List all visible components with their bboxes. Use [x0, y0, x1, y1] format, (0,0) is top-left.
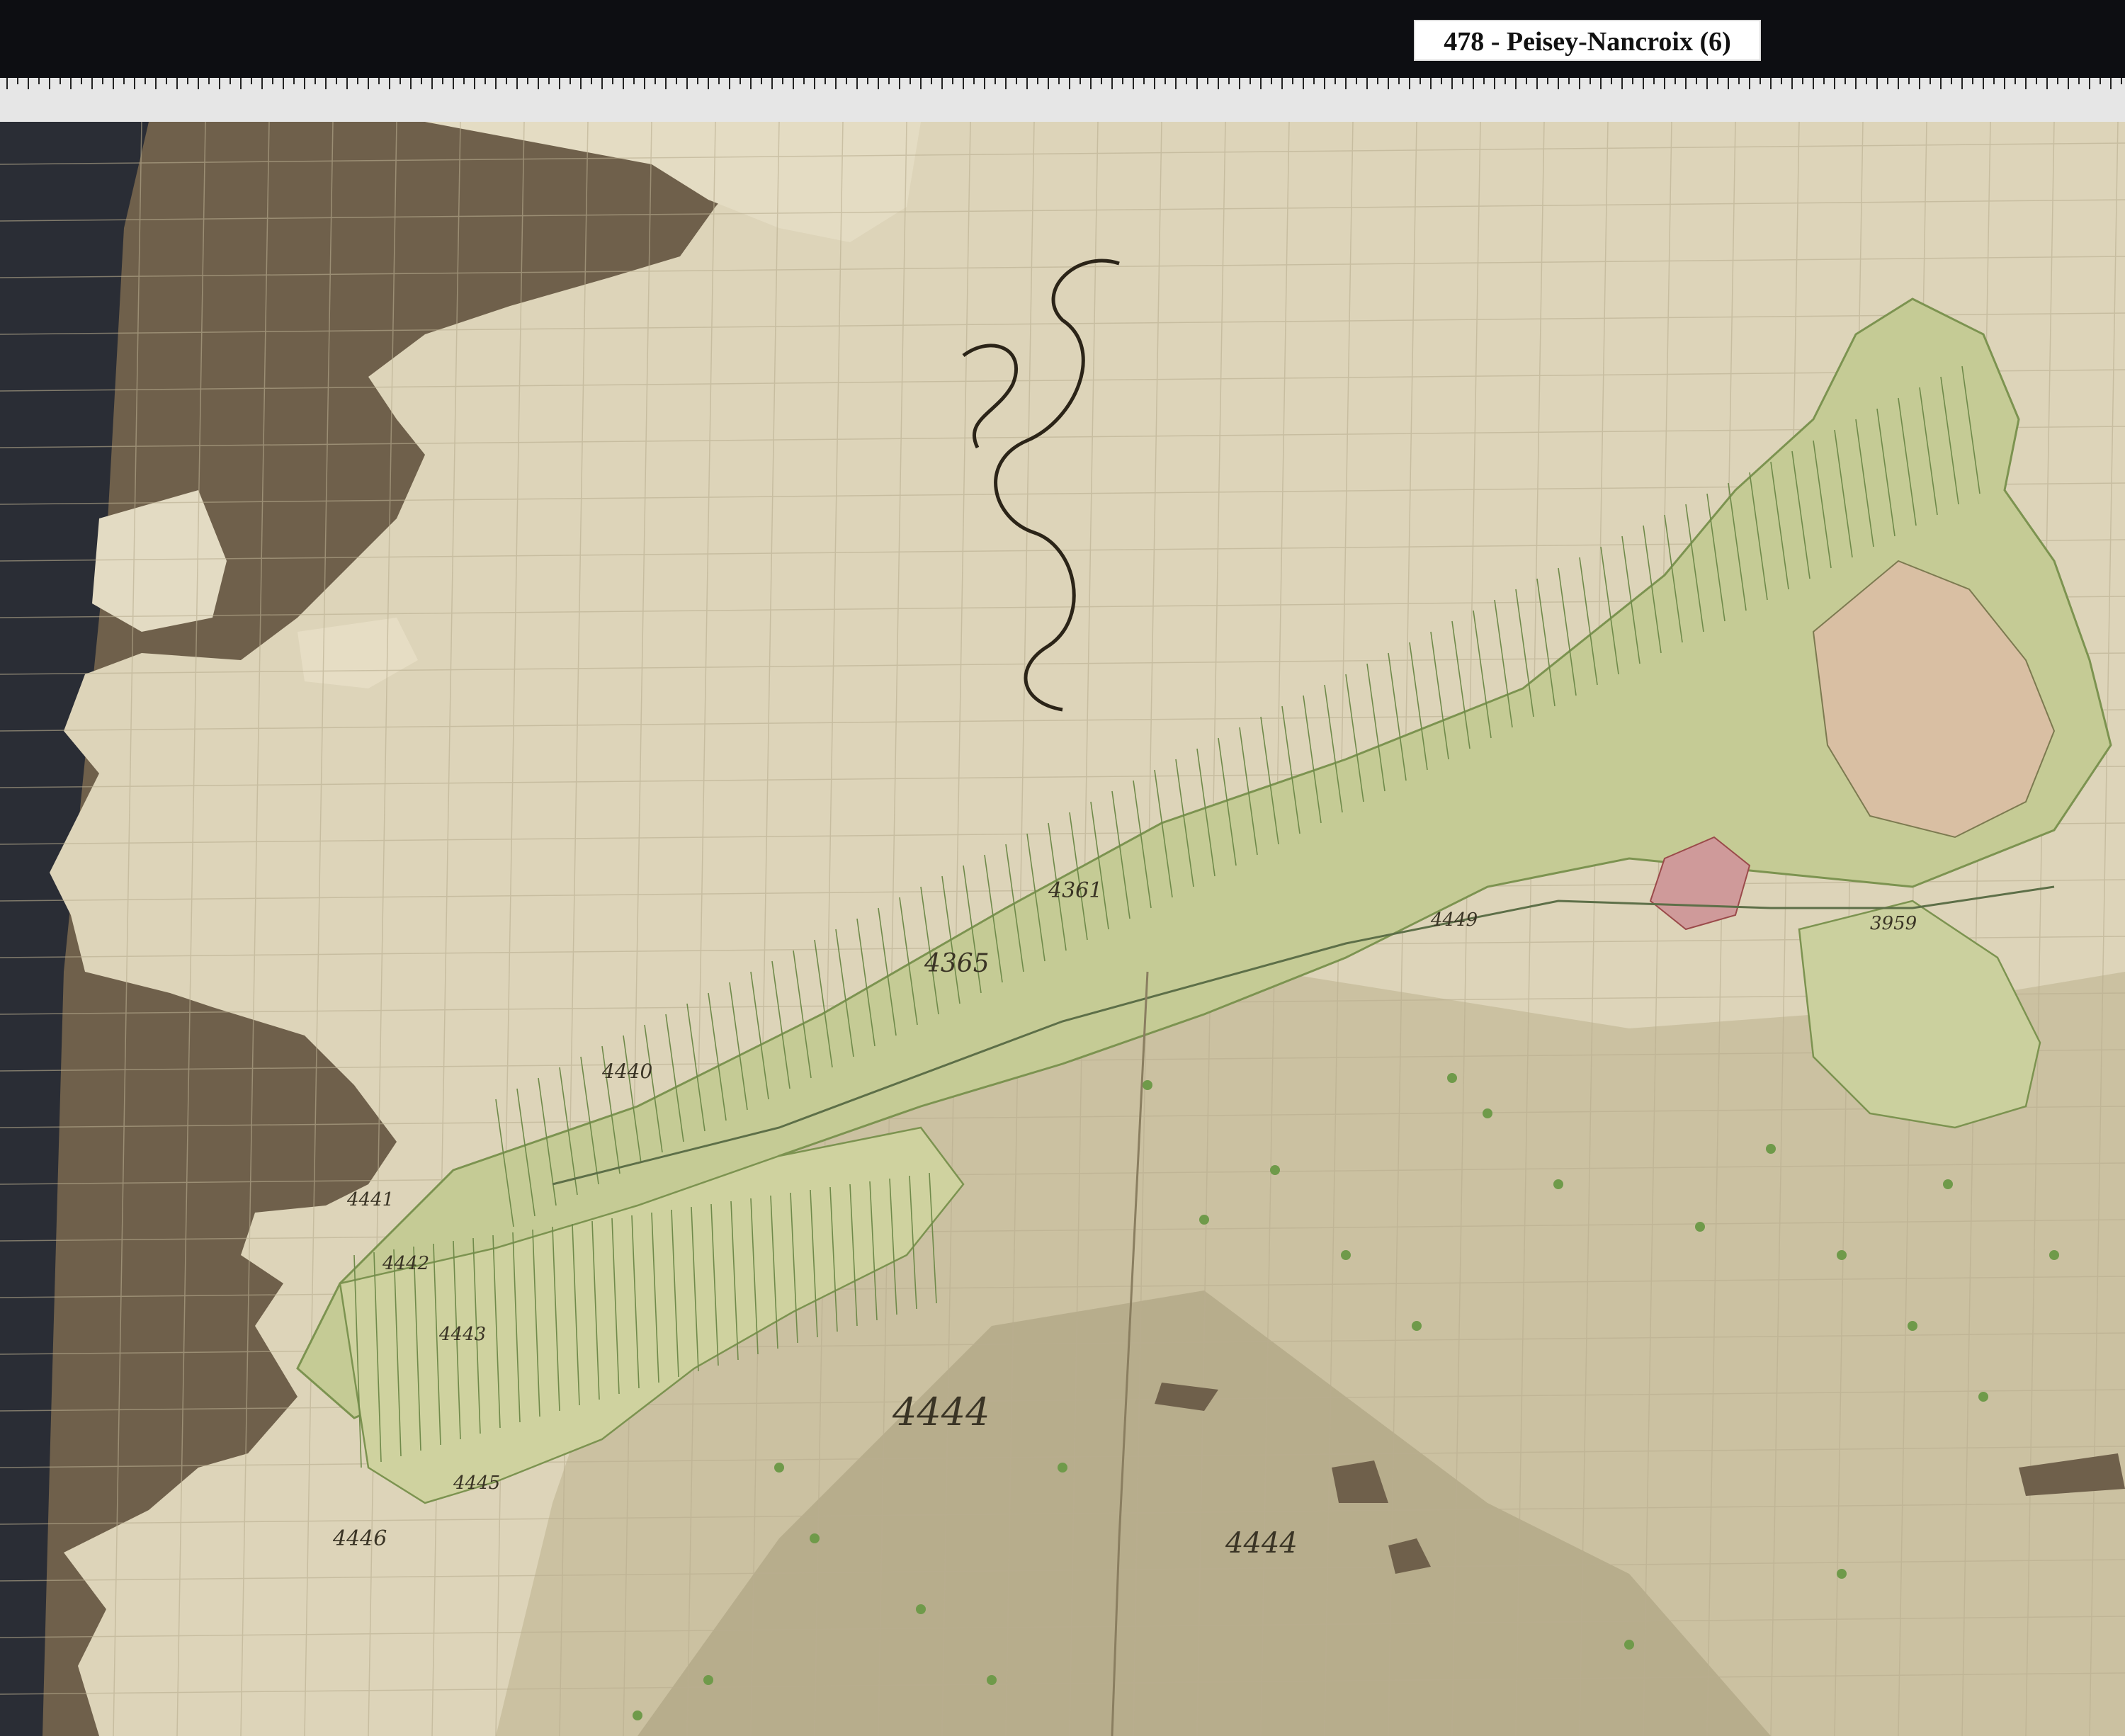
tree-icon [987, 1675, 997, 1685]
parcel-label: 4444 [892, 1390, 990, 1434]
cadastral-map: 4365 4361 4449 4440 4444 4446 4441 4442 … [0, 122, 2125, 1736]
tree-icon [1908, 1321, 1917, 1331]
tree-icon [1624, 1640, 1634, 1650]
tree-icon [1766, 1144, 1776, 1154]
parcel-label: 4441 [346, 1189, 394, 1210]
map-drawing: 4365 4361 4449 4440 4444 4446 4441 4442 … [0, 122, 2125, 1736]
parcel-label: 4365 [924, 949, 990, 978]
parcel-label: 4361 [1048, 878, 1102, 903]
ruler-ticks [6, 78, 2122, 89]
tree-icon [1553, 1179, 1563, 1189]
title-label: 478 - Peisey-Nancroix (6) [1414, 20, 1761, 61]
tree-icon [1412, 1321, 1422, 1331]
tree-icon [1058, 1463, 1067, 1473]
parcel-label: 4442 [382, 1253, 429, 1274]
tree-icon [1199, 1215, 1209, 1225]
parcel-label: 4440 [601, 1060, 652, 1083]
tree-icon [1483, 1108, 1492, 1118]
parcel-label: 4449 [1430, 909, 1478, 931]
tree-icon [774, 1463, 784, 1473]
scan-header: 478 - Peisey-Nancroix (6) [0, 0, 2125, 78]
tree-icon [1447, 1073, 1457, 1083]
tree-icon [1978, 1392, 1988, 1402]
tree-icon [1341, 1250, 1351, 1260]
tree-icon [703, 1675, 713, 1685]
tree-icon [1943, 1179, 1953, 1189]
parcel-label: 4446 [332, 1526, 387, 1551]
tree-icon [633, 1711, 642, 1720]
tree-icon [916, 1604, 926, 1614]
tree-icon [810, 1533, 820, 1543]
tree-icon [2049, 1250, 2059, 1260]
tree-icon [1143, 1080, 1152, 1090]
parcel-label: 4444 [1225, 1527, 1298, 1560]
parcel-label: 3959 [1870, 913, 1917, 934]
parcel-label: 4443 [438, 1324, 486, 1345]
tree-icon [1695, 1222, 1705, 1232]
parcel-label: 4445 [453, 1473, 500, 1494]
tree-icon [1837, 1569, 1847, 1579]
tree-icon [1270, 1165, 1280, 1175]
measurement-ruler [0, 78, 2125, 122]
tree-icon [1837, 1250, 1847, 1260]
